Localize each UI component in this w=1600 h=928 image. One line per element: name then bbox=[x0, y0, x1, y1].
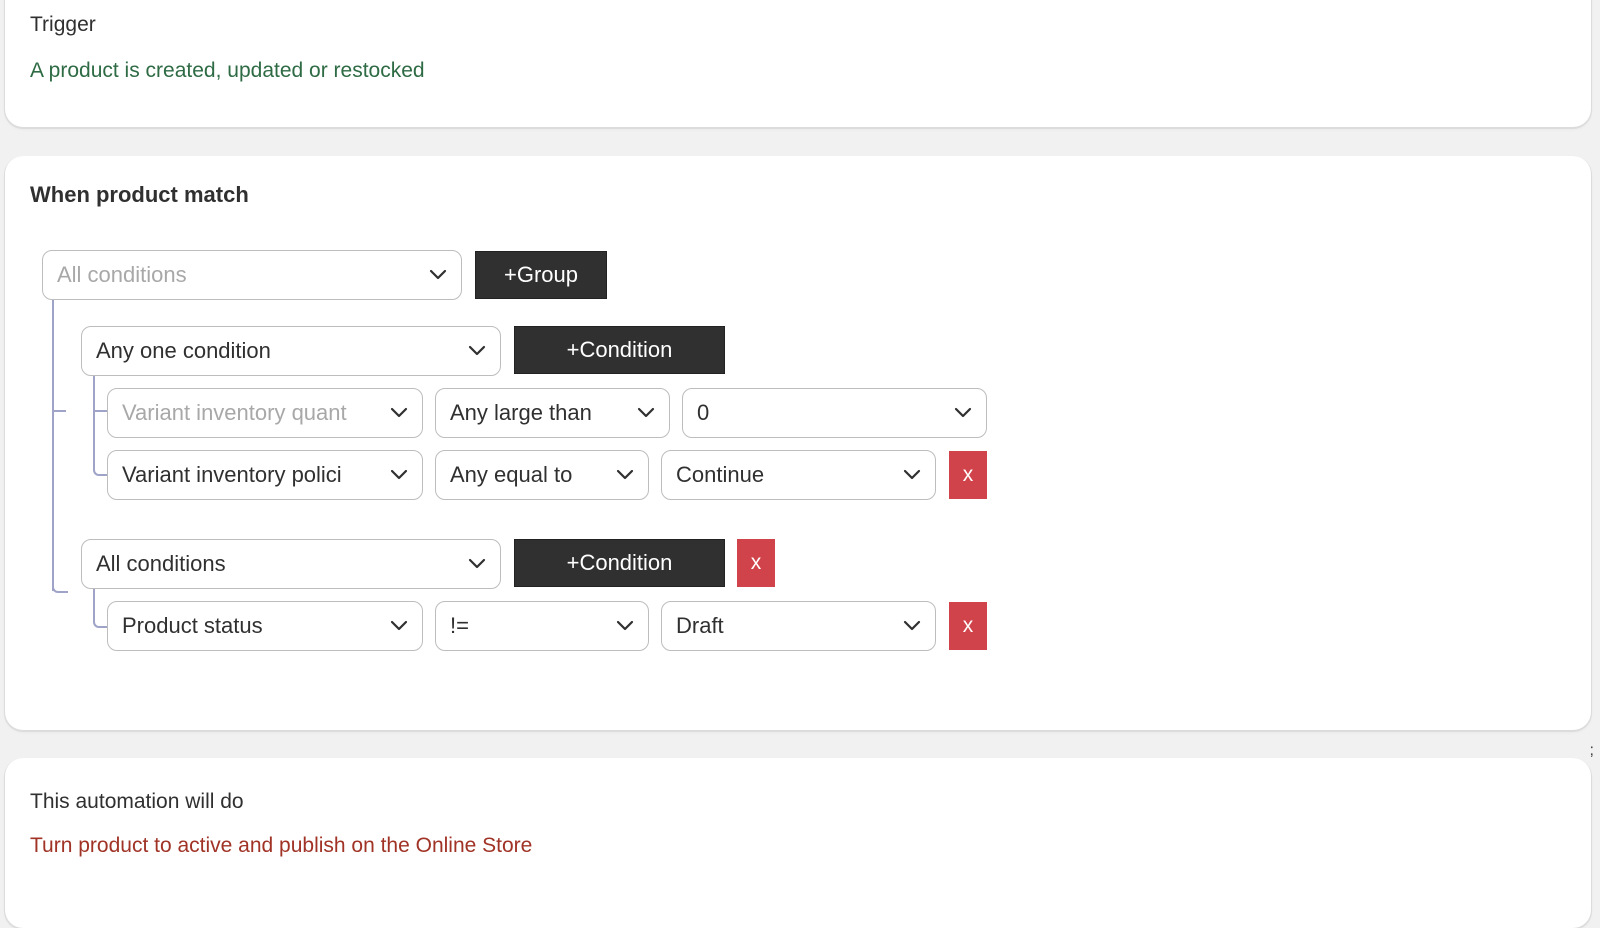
trigger-card: Trigger A product is created, updated or… bbox=[5, 0, 1591, 127]
group-2-condition-1-field-select[interactable]: Product status bbox=[107, 601, 423, 651]
chevron-down-icon bbox=[616, 620, 634, 632]
condition-operator-value: Any equal to bbox=[450, 462, 573, 487]
chevron-down-icon bbox=[903, 620, 921, 632]
group-1-condition-1-operator-select[interactable]: Any large than bbox=[435, 388, 670, 438]
trigger-description: A product is created, updated or restock… bbox=[30, 59, 425, 82]
tree-branch-group-1 bbox=[54, 410, 66, 412]
action-card: This automation will do Turn product to … bbox=[5, 758, 1591, 928]
tree-connector-root bbox=[52, 299, 54, 591]
chevron-down-icon bbox=[954, 407, 972, 419]
chevron-down-icon bbox=[637, 407, 655, 419]
tree-connector-group-1 bbox=[93, 374, 95, 410]
group-1-condition-1-value-select[interactable]: 0 bbox=[682, 388, 987, 438]
match-heading: When product match bbox=[30, 182, 249, 207]
chevron-down-icon bbox=[616, 469, 634, 481]
condition-field-value: Product status bbox=[122, 613, 263, 638]
match-conditions-card: When product match All conditions +Group… bbox=[5, 156, 1591, 730]
group-1-condition-1-field-select[interactable]: Variant inventory quant bbox=[107, 388, 423, 438]
condition-field-value: Variant inventory quant bbox=[122, 400, 347, 425]
condition-operator-value: Any large than bbox=[450, 400, 592, 425]
root-match-type-select[interactable]: All conditions bbox=[42, 250, 462, 300]
condition-field-value: Variant inventory polici bbox=[122, 462, 342, 487]
group-2-condition-1-remove-button[interactable]: x bbox=[949, 602, 987, 650]
group-1-add-condition-button[interactable]: +Condition bbox=[514, 326, 725, 374]
tree-elbow-group-2 bbox=[52, 576, 68, 593]
condition-value: 0 bbox=[697, 400, 710, 425]
condition-value: Continue bbox=[676, 462, 765, 487]
chevron-down-icon bbox=[390, 469, 408, 481]
action-heading: This automation will do bbox=[30, 790, 244, 813]
chevron-down-icon bbox=[903, 469, 921, 481]
root-match-type-value: All conditions bbox=[57, 262, 187, 287]
chevron-down-icon bbox=[468, 558, 486, 570]
action-description: Turn product to active and publish on th… bbox=[30, 834, 533, 857]
condition-value: Draft bbox=[676, 613, 724, 638]
tree-elbow-condition-2 bbox=[93, 412, 107, 476]
group-1-condition-2-value-select[interactable]: Continue bbox=[661, 450, 936, 500]
group-1-condition-2-operator-select[interactable]: Any equal to bbox=[435, 450, 649, 500]
group-2-match-type-select[interactable]: All conditions bbox=[81, 539, 501, 589]
trigger-heading: Trigger bbox=[30, 13, 96, 36]
chevron-down-icon bbox=[390, 407, 408, 419]
group-2-match-type-value: All conditions bbox=[96, 551, 226, 576]
group-1-match-type-value: Any one condition bbox=[96, 338, 271, 363]
group-2-remove-button[interactable]: x bbox=[737, 539, 775, 587]
group-2-condition-1-operator-select[interactable]: != bbox=[435, 601, 649, 651]
group-1-match-type-select[interactable]: Any one condition bbox=[81, 326, 501, 376]
group-1-condition-2-field-select[interactable]: Variant inventory polici bbox=[107, 450, 423, 500]
group-2-condition-1-value-select[interactable]: Draft bbox=[661, 601, 936, 651]
add-group-button[interactable]: +Group bbox=[475, 251, 607, 299]
chevron-down-icon bbox=[468, 345, 486, 357]
group-2-add-condition-button[interactable]: +Condition bbox=[514, 539, 725, 587]
tree-elbow-group-2-condition-1 bbox=[93, 588, 107, 628]
chevron-down-icon bbox=[429, 269, 447, 281]
group-1-condition-2-remove-button[interactable]: x bbox=[949, 451, 987, 499]
condition-operator-value: != bbox=[450, 613, 469, 638]
resize-handle[interactable]: ; bbox=[1590, 742, 1594, 760]
chevron-down-icon bbox=[390, 620, 408, 632]
